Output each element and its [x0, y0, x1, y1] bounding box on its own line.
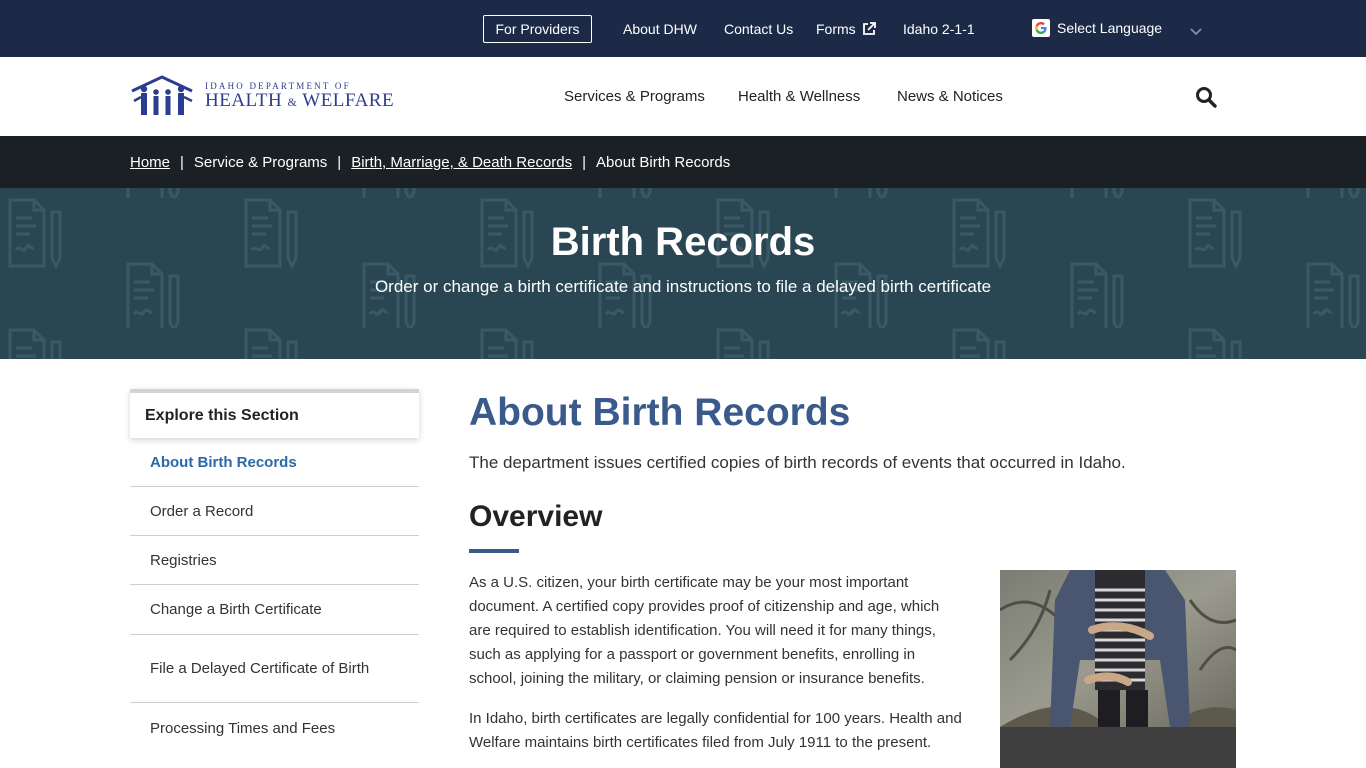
hero-subtitle: Order or change a birth certificate and …: [374, 277, 992, 296]
language-selector[interactable]: Select Language: [1032, 19, 1162, 37]
utility-bar: For Providers About DHW Contact Us Forms…: [0, 0, 1366, 57]
sidebar-item-about-birth-records[interactable]: About Birth Records: [130, 438, 419, 487]
page-title: About Birth Records: [469, 391, 851, 434]
main-content: About Birth Records The department issue…: [469, 389, 1239, 768]
sidebar-heading: Explore this Section: [130, 389, 419, 438]
overview-paragraph-1: As a U.S. citizen, your birth certificat…: [469, 574, 940, 687]
sidebar-item-delayed-certificate[interactable]: File a Delayed Certificate of Birth: [130, 635, 419, 703]
logo-health: HEALTH: [205, 90, 283, 111]
breadcrumb-services: Service & Programs: [193, 153, 328, 171]
section-sidebar: Explore this Section About Birth Records…: [130, 389, 419, 753]
logo-amp: &: [287, 95, 298, 109]
document-pattern-icon: [0, 188, 1366, 359]
overview-paragraph-2: In Idaho, birth certificates are legally…: [469, 710, 962, 751]
sidebar-item-order-record[interactable]: Order a Record: [130, 487, 419, 536]
breadcrumb-records[interactable]: Birth, Marriage, & Death Records: [351, 154, 572, 171]
breadcrumb: Home | Service & Programs | Birth, Marri…: [0, 136, 1366, 188]
dhw-logo[interactable]: IDAHO DEPARTMENT OF HEALTH & WELFARE: [130, 75, 394, 118]
logo-welfare: WELFARE: [302, 90, 395, 111]
forms-link-label: Forms: [816, 21, 856, 37]
nav-services-programs[interactable]: Services & Programs: [564, 88, 705, 105]
for-providers-button[interactable]: For Providers: [483, 15, 592, 43]
overview-heading: Overview: [469, 500, 603, 533]
chevron-down-icon[interactable]: [1190, 28, 1202, 36]
site-header: IDAHO DEPARTMENT OF HEALTH & WELFARE Ser…: [0, 57, 1366, 136]
photo-illustration: [1000, 570, 1236, 768]
about-dhw-link[interactable]: About DHW: [623, 19, 697, 39]
language-label: Select Language: [1057, 20, 1163, 36]
breadcrumb-separator: |: [582, 153, 587, 171]
breadcrumb-current: About Birth Records: [596, 153, 731, 171]
sidebar-item-change-certificate[interactable]: Change a Birth Certificate: [130, 585, 419, 635]
google-icon: [1032, 19, 1050, 37]
pregnant-woman-photo: [1000, 570, 1236, 768]
hero-title: Birth Records: [550, 220, 816, 264]
breadcrumb-separator: |: [337, 153, 342, 171]
family-logo-icon: [131, 75, 193, 115]
nav-news-notices[interactable]: News & Notices: [897, 88, 1003, 105]
external-link-icon: [862, 22, 876, 35]
breadcrumb-home[interactable]: Home: [130, 154, 170, 171]
forms-link[interactable]: Forms: [816, 19, 876, 39]
idaho-211-link[interactable]: Idaho 2-1-1: [903, 19, 975, 39]
logo-main-text: HEALTH & WELFARE: [205, 91, 394, 112]
search-icon[interactable]: [1195, 86, 1217, 108]
nav-health-wellness[interactable]: Health & Wellness: [738, 88, 860, 105]
contact-us-link[interactable]: Contact Us: [724, 19, 793, 39]
heading-underline: [469, 549, 519, 553]
logo-text: IDAHO DEPARTMENT OF HEALTH & WELFARE: [205, 81, 394, 112]
sidebar-item-processing-fees[interactable]: Processing Times and Fees: [130, 703, 419, 753]
sidebar-item-registries[interactable]: Registries: [130, 536, 419, 585]
intro-text: The department issues certified copies o…: [469, 453, 1126, 472]
hero-banner: Birth Records Order or change a birth ce…: [0, 188, 1366, 359]
breadcrumb-separator: |: [180, 153, 184, 171]
